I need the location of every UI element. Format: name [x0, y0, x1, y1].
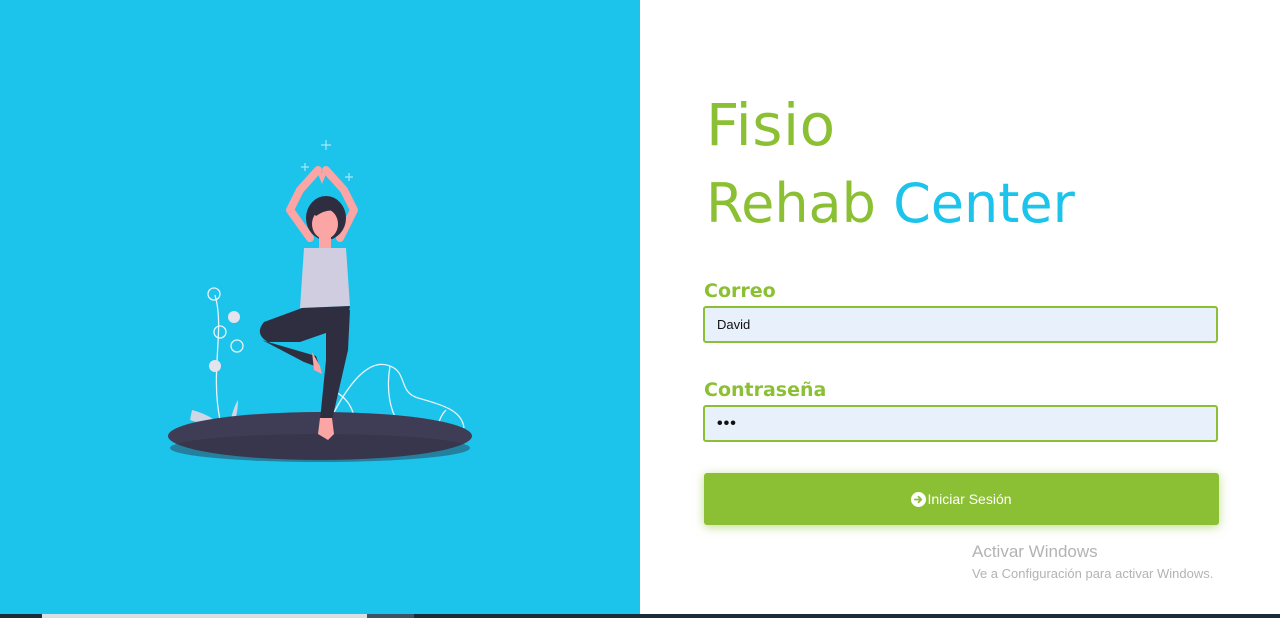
taskbar-active-item[interactable]	[42, 614, 367, 618]
taskbar-item[interactable]	[367, 614, 414, 618]
login-button-label: Iniciar Sesión	[927, 491, 1012, 507]
login-panel: Fisio Rehab Center Correo David Contrase…	[640, 0, 1280, 614]
login-button[interactable]: Iniciar Sesión	[704, 473, 1219, 525]
email-label: Correo	[704, 280, 776, 302]
email-field[interactable]: David	[703, 306, 1218, 343]
brand-line-rehab-center: Rehab Center	[706, 164, 1075, 244]
brand-title: Fisio Rehab Center	[706, 90, 1075, 244]
watermark-title: Activar Windows	[972, 542, 1098, 561]
taskbar	[0, 614, 1280, 618]
brand-word-rehab: Rehab	[706, 172, 876, 235]
password-field[interactable]: •••	[703, 405, 1218, 442]
password-label: Contraseña	[704, 379, 827, 401]
yoga-illustration	[168, 140, 472, 462]
watermark-subtitle: Ve a Configuración para activar Windows.	[972, 566, 1214, 581]
brand-word-center: Center	[893, 172, 1075, 235]
arrow-circle-right-icon	[911, 491, 927, 507]
windows-activation-watermark: Activar Windows Ve a Configuración para …	[972, 542, 1213, 581]
hero-panel	[0, 0, 640, 614]
brand-line-fisio: Fisio	[706, 91, 836, 159]
